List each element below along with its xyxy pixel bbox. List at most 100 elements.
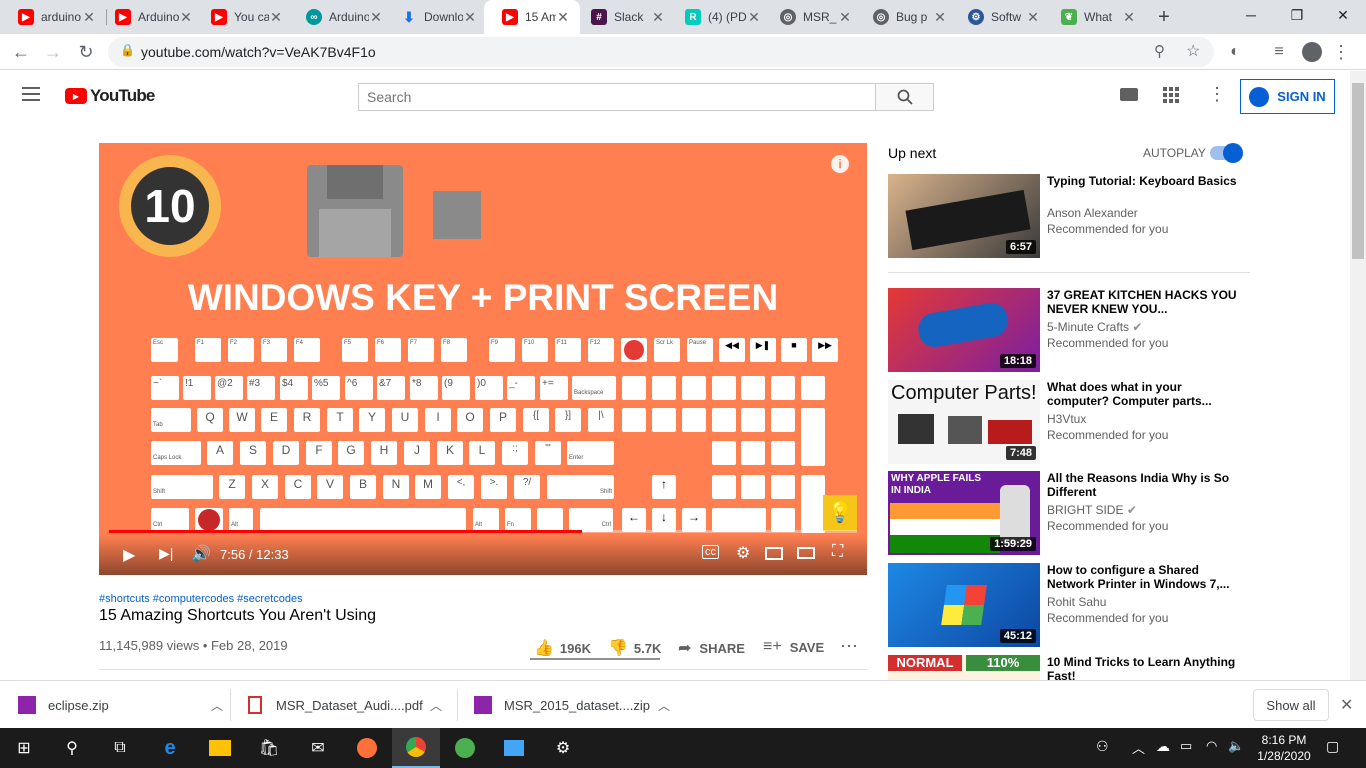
close-icon[interactable]: ✕ (747, 9, 761, 26)
channel-name[interactable]: 5-Minute Crafts ✔ (1047, 320, 1142, 334)
recommended-video[interactable]: Computer Parts! 7:48 What does what in y… (888, 380, 1250, 464)
fullscreen-icon[interactable]: ⛶ (832, 543, 843, 561)
hamburger-menu-icon[interactable] (22, 87, 40, 101)
bookmark-star-icon[interactable]: ☆ (1186, 41, 1200, 61)
windows-start-icon[interactable]: ⊞ (0, 728, 48, 768)
chevron-up-icon[interactable]: ︿ (1132, 738, 1145, 757)
task-view-icon[interactable]: ⧉ (96, 728, 144, 768)
minimize-button[interactable]: ─ (1228, 0, 1274, 30)
chrome-icon[interactable] (392, 728, 440, 768)
recommended-title[interactable]: What does what in your computer? Compute… (1047, 380, 1237, 408)
browser-tab[interactable]: ▶ You can ✕ (193, 0, 293, 34)
recommended-title[interactable]: 10 Mind Tricks to Learn Anything Fast! (1047, 655, 1237, 680)
youtube-logo[interactable]: ▶ YouTube (65, 86, 155, 106)
forward-button[interactable]: → (40, 39, 66, 65)
mail-icon[interactable]: ✉ (294, 728, 342, 768)
video-player[interactable]: 10 WINDOWS KEY + PRINT SCREEN i Esc F1 F… (99, 143, 867, 575)
show-all-button[interactable]: Show all (1253, 689, 1329, 721)
browser-tab[interactable]: ⬇ Download ✕ (383, 0, 487, 34)
recommended-title[interactable]: 37 GREAT KITCHEN HACKS YOU NEVER KNEW YO… (1047, 288, 1237, 316)
control-panel-icon[interactable] (490, 728, 538, 768)
video-thumbnail[interactable]: 18:18 (888, 288, 1040, 372)
close-window-button[interactable]: ✕ (1320, 0, 1366, 30)
close-icon[interactable]: ✕ (463, 9, 477, 26)
dislike-button[interactable]: 👎 5.7K (608, 638, 661, 658)
channel-name[interactable]: H3Vtux (1047, 412, 1086, 426)
video-thumbnail[interactable]: Computer Parts! 7:48 (888, 380, 1040, 464)
notifications-icon[interactable]: ▢ (1326, 738, 1339, 755)
reload-button[interactable]: ↻ (73, 39, 99, 65)
close-icon[interactable]: ✕ (179, 9, 193, 26)
browser-tab-active[interactable]: ▶ 15 Amazing ✕ (484, 0, 580, 34)
speaker-icon[interactable]: 🔈 (1228, 738, 1244, 754)
search-button[interactable] (875, 83, 934, 111)
browser-tab[interactable]: R (4) (PDF) ✕ (667, 0, 771, 34)
miniplayer-icon[interactable] (765, 547, 783, 560)
browser-tab[interactable]: ▶ Arduino ✕ (97, 0, 203, 34)
system-clock[interactable]: 8:16 PM 1/28/2020 (1252, 732, 1316, 764)
more-actions-icon[interactable]: ⋯ (840, 636, 858, 657)
new-tab-button[interactable]: + (1150, 4, 1178, 30)
chrome-menu-icon[interactable]: ⋮ (1328, 39, 1354, 65)
recommended-title[interactable]: Typing Tutorial: Keyboard Basics (1047, 174, 1237, 188)
utorrent-icon[interactable] (441, 728, 489, 768)
search-input[interactable] (359, 84, 875, 110)
back-button[interactable]: ← (8, 39, 34, 65)
video-thumbnail[interactable]: NORMAL 110% (888, 655, 1040, 680)
settings-menu-icon[interactable]: ⋮ (1208, 84, 1226, 105)
browser-tab[interactable]: ◎ MSR_ ✕ (762, 0, 862, 34)
chevron-up-icon[interactable]: ︿ (430, 697, 442, 714)
close-icon[interactable]: ✕ (269, 9, 283, 26)
recommended-video[interactable]: WHY APPLE FAILS IN INDIA 1:59:29 All the… (888, 471, 1250, 555)
close-downloads-icon[interactable]: ✕ (1340, 695, 1353, 715)
create-video-icon[interactable] (1120, 88, 1138, 101)
recommended-title[interactable]: All the Reasons India Why is So Differen… (1047, 471, 1237, 499)
download-item[interactable]: MSR_Dataset_Audi....pdf ︿ (248, 681, 442, 729)
settings-icon[interactable]: ⚙ (539, 728, 587, 768)
profile-icon[interactable] (1302, 42, 1322, 62)
chevron-up-icon[interactable]: ︿ (211, 697, 223, 714)
play-button[interactable]: ▶ (123, 545, 135, 565)
zoom-icon[interactable]: ⚲ (1154, 42, 1165, 60)
chevron-up-icon[interactable]: ︿ (658, 697, 670, 714)
onedrive-icon[interactable]: ☁ (1156, 738, 1170, 755)
theater-mode-icon[interactable] (797, 547, 815, 559)
close-icon[interactable]: ✕ (1026, 9, 1040, 26)
next-button[interactable]: ▶| (159, 545, 173, 562)
channel-name[interactable]: Anson Alexander (1047, 206, 1138, 220)
browser-tab[interactable]: ◎ Bug p ✕ (855, 0, 957, 34)
recommended-title[interactable]: How to configure a Shared Network Printe… (1047, 563, 1237, 591)
media-control-icon[interactable]: ≡ (1266, 39, 1292, 65)
battery-icon[interactable]: ▭ (1180, 738, 1192, 754)
hashtags[interactable]: #shortcuts #computercodes #secretcodes (99, 593, 303, 605)
firefox-icon[interactable] (343, 728, 391, 768)
channel-name[interactable]: BRIGHT SIDE ✔ (1047, 503, 1137, 517)
share-button[interactable]: ➦ SHARE (678, 638, 745, 658)
close-icon[interactable]: ✕ (933, 9, 947, 26)
people-icon[interactable]: ⚇ (1096, 738, 1109, 755)
like-button[interactable]: 👍 196K (534, 638, 591, 658)
file-explorer-icon[interactable] (196, 728, 244, 768)
recommended-video[interactable]: 18:18 37 GREAT KITCHEN HACKS YOU NEVER K… (888, 288, 1250, 372)
close-icon[interactable]: ✕ (556, 9, 570, 26)
volume-icon[interactable]: 🔊 (191, 544, 211, 564)
recommended-video[interactable]: NORMAL 110% 10 Mind Tricks to Learn Anyt… (888, 655, 1250, 680)
progress-track[interactable] (109, 530, 857, 533)
apps-grid-icon[interactable] (1163, 87, 1179, 103)
save-button[interactable]: ≡+ SAVE (763, 638, 824, 656)
search-box[interactable] (358, 83, 876, 111)
page-scrollbar[interactable] (1350, 71, 1366, 680)
close-icon[interactable]: ✕ (82, 9, 96, 26)
close-icon[interactable]: ✕ (369, 9, 383, 26)
sign-in-button[interactable]: SIGN IN (1240, 79, 1335, 114)
recommended-video[interactable]: 6:57 Typing Tutorial: Keyboard Basics An… (888, 174, 1250, 258)
wifi-icon[interactable]: ◠ (1206, 738, 1217, 754)
autoplay-toggle[interactable] (1210, 143, 1243, 163)
scrollbar-thumb[interactable] (1352, 83, 1364, 259)
browser-tab[interactable]: ▶ arduino ✕ (0, 0, 106, 34)
recommended-video[interactable]: 45:12 How to configure a Shared Network … (888, 563, 1250, 647)
video-thumbnail[interactable]: 6:57 (888, 174, 1040, 258)
edge-icon[interactable]: e (146, 728, 194, 768)
info-icon[interactable]: i (831, 155, 849, 173)
close-icon[interactable]: ✕ (1122, 9, 1136, 26)
